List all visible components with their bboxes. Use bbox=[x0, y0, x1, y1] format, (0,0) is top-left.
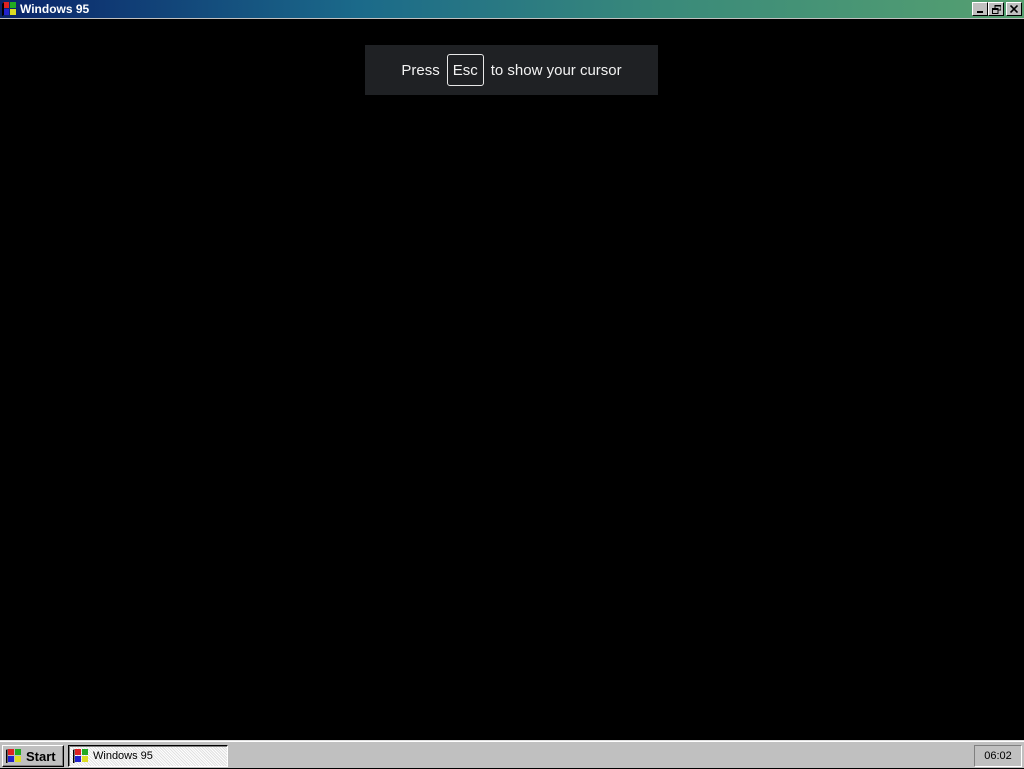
clock[interactable]: 06:02 bbox=[984, 750, 1012, 762]
app-icon bbox=[2, 1, 18, 17]
taskbar-item-windows-95[interactable]: Windows 95 bbox=[68, 745, 228, 767]
app-icon bbox=[73, 748, 89, 764]
window-title: Windows 95 bbox=[20, 2, 90, 16]
taskbar-item-label: Windows 95 bbox=[93, 750, 153, 762]
minimize-button[interactable] bbox=[972, 2, 988, 16]
system-tray: 06:02 bbox=[974, 745, 1022, 767]
close-button[interactable] bbox=[1006, 2, 1022, 16]
start-label: Start bbox=[26, 748, 56, 764]
window-controls bbox=[972, 2, 1022, 16]
close-icon bbox=[1010, 5, 1018, 13]
restore-button[interactable] bbox=[988, 2, 1004, 16]
minimize-icon bbox=[977, 11, 983, 13]
start-button[interactable]: Start bbox=[2, 745, 64, 767]
toast-suffix: to show your cursor bbox=[490, 61, 622, 79]
window-titlebar[interactable]: Windows 95 bbox=[0, 0, 1024, 19]
cursor-hint-toast: Press Esc to show your cursor bbox=[365, 45, 658, 95]
esc-key-badge: Esc bbox=[446, 54, 484, 86]
toast-prefix: Press bbox=[401, 61, 440, 79]
taskbar: Start Windows 95 06:02 bbox=[0, 740, 1024, 768]
restore-icon bbox=[991, 4, 1001, 14]
emulator-screen[interactable]: Press Esc to show your cursor bbox=[0, 20, 1024, 740]
windows-logo-icon bbox=[6, 748, 22, 764]
